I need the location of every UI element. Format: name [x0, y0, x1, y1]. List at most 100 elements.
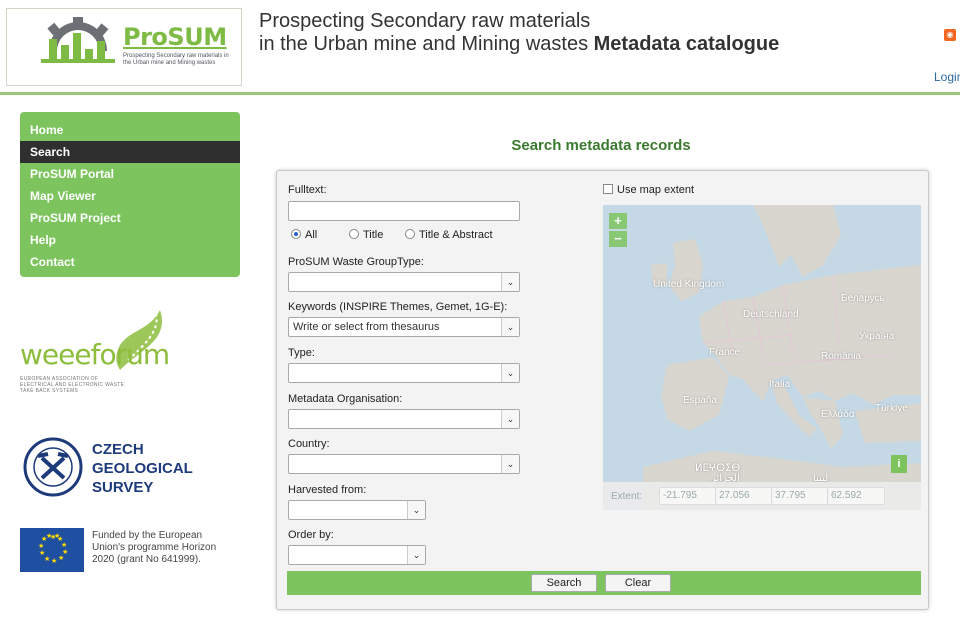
chevron-down-icon: ⌄	[501, 364, 519, 382]
site-title: Prospecting Secondary raw materials in t…	[259, 10, 779, 56]
nav-item-contact[interactable]: Contact	[20, 251, 240, 273]
use-map-extent-label: Use map extent	[617, 184, 695, 196]
map-label-germany: Deutschland	[743, 309, 799, 320]
extent-east[interactable]: 37.795	[771, 487, 829, 505]
zoom-out-button[interactable]: −	[609, 231, 627, 247]
cgs-name: CZECH GEOLOGICAL SURVEY	[92, 440, 193, 497]
country-select[interactable]: ⌄	[288, 454, 520, 474]
harvested-label: Harvested from:	[288, 484, 367, 496]
waste-group-label: ProSUM Waste GroupType:	[288, 256, 424, 268]
nav-item-help[interactable]: Help	[20, 229, 240, 251]
cgs-line3: SURVEY	[92, 479, 154, 496]
map-label-belarus: Беларусь	[841, 293, 885, 304]
search-action-bar: Search Clear	[287, 571, 921, 595]
svg-text:★: ★	[54, 532, 60, 540]
use-map-extent-checkbox[interactable]: Use map extent	[603, 184, 694, 196]
svg-text:★: ★	[58, 554, 64, 562]
nav-item-prosum-project[interactable]: ProSUM Project	[20, 207, 240, 229]
radio-all-label: All	[305, 229, 318, 241]
rss-icon[interactable]: ◉	[944, 29, 956, 41]
logo-wordmark: ProSUM	[123, 23, 227, 51]
radio-title[interactable]: Title	[349, 229, 383, 241]
page-title: Search metadata records	[511, 137, 691, 154]
search-button[interactable]: Search	[531, 574, 597, 592]
weeeforum-wordmark: weeeforum	[20, 338, 170, 371]
nav-item-map-viewer[interactable]: Map Viewer	[20, 185, 240, 207]
keywords-label: Keywords (INSPIRE Themes, Gemet, 1G-E):	[288, 301, 508, 313]
chevron-down-icon: ⌄	[501, 455, 519, 473]
type-select[interactable]: ⌄	[288, 363, 520, 383]
czech-geological-survey-logo[interactable]: CZECH GEOLOGICAL SURVEY	[20, 436, 220, 500]
map-view[interactable]: United Kingdom Беларусь Deutschland Укра…	[603, 205, 921, 510]
site-title-line1: Prospecting Secondary raw materials	[259, 10, 591, 32]
nav-item-home[interactable]: Home	[20, 119, 240, 141]
nav-item-search[interactable]: Search	[20, 141, 240, 163]
chevron-down-icon: ⌄	[407, 501, 425, 519]
extent-label: Extent:	[611, 491, 643, 502]
waste-group-select[interactable]: ⌄	[288, 272, 520, 292]
site-title-line2: in the Urban mine and Mining wastes Meta…	[259, 33, 779, 56]
map-zoom-controls: + −	[609, 213, 627, 249]
clear-button[interactable]: Clear	[605, 574, 671, 592]
eu-funding-text: Funded by the European Union's programme…	[92, 530, 217, 565]
radio-title-abstract-label: Title & Abstract	[419, 229, 493, 241]
login-link[interactable]: Login	[934, 70, 960, 84]
map-label-ukraine: Україна	[859, 331, 895, 342]
search-panel: Fulltext: All Title Title & Abstract Pro…	[276, 170, 929, 610]
cgs-seal-icon	[23, 437, 83, 497]
cgs-line1: CZECH	[92, 441, 144, 458]
eu-flag-icon: ★ ★ ★ ★ ★ ★ ★ ★ ★ ★ ★ ★	[20, 528, 84, 572]
logo-tagline: Prospecting Secondary raw materials in t…	[123, 53, 229, 66]
chevron-down-icon: ⌄	[501, 318, 519, 336]
radio-all[interactable]: All	[291, 229, 317, 241]
keywords-placeholder: Write or select from thesaurus	[293, 321, 440, 333]
svg-text:★: ★	[38, 542, 44, 550]
extent-south[interactable]: 27.056	[715, 487, 773, 505]
nav-item-prosum-portal[interactable]: ProSUM Portal	[20, 163, 240, 185]
map-info-button[interactable]: i	[891, 455, 907, 473]
map-label-uk: United Kingdom	[653, 279, 725, 290]
weeeforum-tagline: EUROPEAN ASSOCIATION OF ELECTRICAL AND E…	[20, 376, 125, 394]
europe-map-icon	[603, 205, 921, 510]
chevron-down-icon: ⌄	[501, 410, 519, 428]
radio-unselected-icon	[405, 229, 415, 239]
order-by-select[interactable]: ⌄	[288, 545, 426, 565]
map-extent-bar: Extent: -21.795 27.056 37.795 62.592	[603, 482, 921, 510]
svg-text:★: ★	[39, 549, 45, 557]
fulltext-input[interactable]	[288, 201, 520, 221]
map-label-greece: Ελλάδα	[821, 409, 855, 420]
radio-title-label: Title	[363, 229, 384, 241]
map-label-italy: Italia	[769, 379, 791, 390]
order-by-label: Order by:	[288, 529, 334, 541]
cgs-line2: GEOLOGICAL	[92, 460, 193, 477]
checkbox-icon	[603, 184, 613, 194]
map-label-romania: România	[821, 351, 862, 362]
chevron-down-icon: ⌄	[407, 546, 425, 564]
zoom-in-button[interactable]: +	[609, 213, 627, 229]
header-divider	[0, 92, 960, 95]
map-label-turkey: Türkiye	[875, 403, 908, 414]
fulltext-label: Fulltext:	[288, 184, 327, 196]
svg-text:★: ★	[46, 532, 52, 540]
site-title-line2-text: in the Urban mine and Mining wastes	[259, 33, 589, 55]
organisation-select[interactable]: ⌄	[288, 409, 520, 429]
svg-text:★: ★	[51, 557, 57, 565]
site-header: ProSUM Prospecting Secondary raw materia…	[0, 0, 960, 95]
keywords-select[interactable]: Write or select from thesaurus ⌄	[288, 317, 520, 337]
radio-title-abstract[interactable]: Title & Abstract	[405, 229, 493, 241]
prosum-logo[interactable]: ProSUM Prospecting Secondary raw materia…	[6, 8, 242, 86]
extent-west[interactable]: -21.795	[659, 487, 717, 505]
type-label: Type:	[288, 347, 315, 359]
eu-funding-notice: ★ ★ ★ ★ ★ ★ ★ ★ ★ ★ ★ ★ Funded by the European U…	[20, 528, 230, 573]
radio-unselected-icon	[349, 229, 359, 239]
gear-icon	[41, 17, 115, 63]
country-label: Country:	[288, 438, 330, 450]
extent-north[interactable]: 62.592	[827, 487, 885, 505]
harvested-select[interactable]: ⌄	[288, 500, 426, 520]
map-label-spain: España	[683, 395, 717, 406]
chevron-down-icon: ⌄	[501, 273, 519, 291]
weeeforum-logo[interactable]: weeeforum EUROPEAN ASSOCIATION OF ELECTR…	[20, 300, 180, 410]
organisation-label: Metadata Organisation:	[288, 393, 403, 405]
site-title-bold: Metadata catalogue	[593, 33, 780, 55]
main-navigation: Home Search ProSUM Portal Map Viewer Pro…	[20, 112, 240, 277]
